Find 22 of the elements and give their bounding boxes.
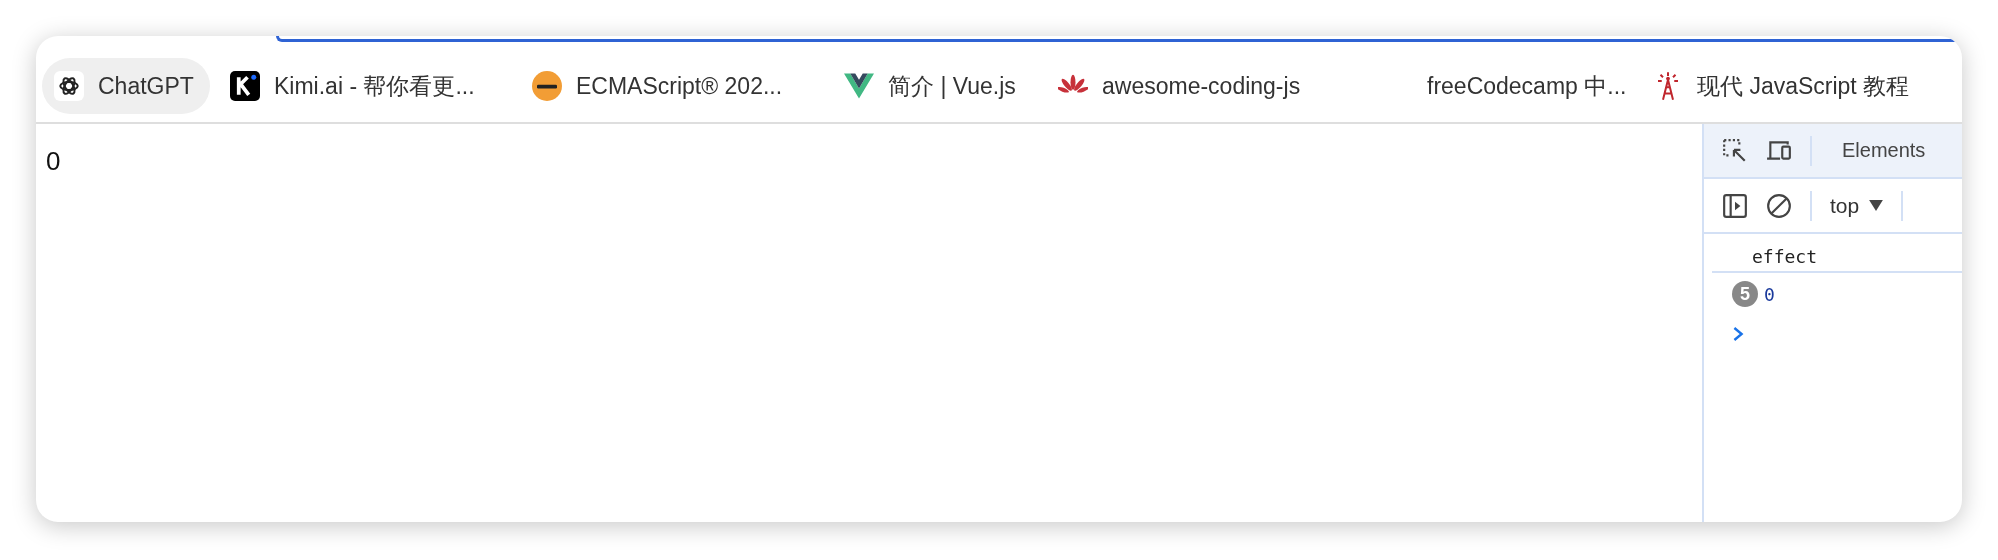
prompt-icon[interactable] (1732, 325, 1744, 343)
clear-icon[interactable] (1766, 192, 1792, 219)
devtools-tab[interactable]: Elements (1830, 139, 1926, 162)
console-message: effect (1752, 246, 1818, 267)
output-text: 0 (46, 146, 61, 176)
bookmark[interactable]: 简介 | Vue.js (832, 58, 1046, 114)
vue-logo-icon (844, 71, 874, 101)
bookmark[interactable]: freeCodecamp 中... (1371, 58, 1641, 114)
console-value: 0 (1764, 283, 1775, 305)
round-badge-icon (532, 71, 562, 101)
dropdown-triangle-icon (1869, 200, 1884, 211)
context-dropdown[interactable]: top (1830, 193, 1884, 218)
inspect-icon[interactable] (1722, 137, 1748, 164)
bookmark[interactable]: Kimi.ai - 帮你看更... (218, 58, 518, 114)
knot-icon (54, 71, 84, 101)
repeat-count-badge: 5 (1732, 281, 1758, 307)
bookmark[interactable]: 现代 JavaScript 教程 (1641, 58, 1951, 114)
k-logo-icon (230, 71, 260, 101)
bookmark[interactable]: awesome-coding-js (1046, 58, 1371, 114)
bookmark[interactable]: ChatGPT (42, 58, 210, 114)
sidebar-icon[interactable] (1722, 192, 1748, 219)
bookmark[interactable]: ECMAScript® 202... (520, 58, 832, 114)
